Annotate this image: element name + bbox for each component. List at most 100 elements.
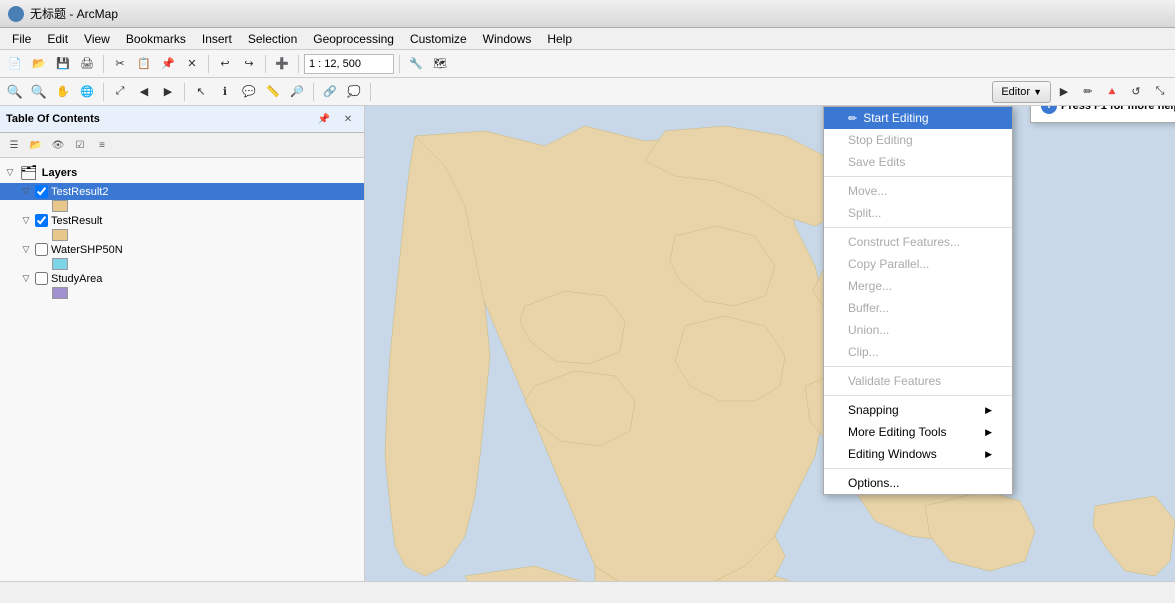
layer-testresult[interactable]: ▽ TestResult — [0, 212, 364, 229]
find-btn[interactable]: 🔎 — [286, 81, 308, 103]
open-btn[interactable]: 📂 — [28, 53, 50, 75]
toc-visibility-view[interactable]: 👁 — [48, 135, 68, 155]
testresult2-swatch — [52, 200, 68, 212]
toc-close-btn[interactable]: ✕ — [338, 109, 358, 129]
menu-construct-features[interactable]: Construct Features... — [824, 231, 1012, 253]
prevextent-btn[interactable]: ◀ — [133, 81, 155, 103]
menu-selection[interactable]: Selection — [240, 30, 305, 48]
testresult-expand: ▽ — [20, 215, 32, 227]
select-btn[interactable]: ↖ — [190, 81, 212, 103]
menu-stop-editing[interactable]: Stop Editing — [824, 129, 1012, 151]
menu-split[interactable]: Split... — [824, 202, 1012, 224]
menu-file[interactable]: File — [4, 30, 39, 48]
menu-customize[interactable]: Customize — [402, 30, 475, 48]
menu-options[interactable]: Options... — [824, 472, 1012, 494]
delete-btn[interactable]: ✕ — [181, 53, 203, 75]
identify-btn[interactable]: 💬 — [238, 81, 260, 103]
menu-move[interactable]: Move... — [824, 180, 1012, 202]
testresult2-expand: ▽ — [20, 186, 32, 198]
fullextent-btn[interactable]: ⤢ — [109, 81, 131, 103]
map-area[interactable]: ✏ Start Editing Stop Editing Save Edits … — [365, 106, 1175, 581]
app-icon — [8, 6, 24, 22]
editor-dropdown-btn[interactable]: Editor ▼ — [992, 81, 1051, 103]
menu-save-edits[interactable]: Save Edits — [824, 151, 1012, 173]
toc-pin-controls: 📌 ✕ — [314, 109, 358, 129]
edit-tool-btn[interactable]: ▶ — [1053, 81, 1075, 103]
paste-btn[interactable]: 📌 — [157, 53, 179, 75]
pan-btn[interactable]: ✋ — [52, 81, 74, 103]
editing-windows-arrow: ▶ — [985, 449, 992, 460]
info-btn[interactable]: ℹ — [214, 81, 236, 103]
toc-source-view[interactable]: 📂 — [26, 135, 46, 155]
menu-insert[interactable]: Insert — [194, 30, 240, 48]
clip-label: Clip... — [848, 345, 879, 359]
menu-start-editing[interactable]: ✏ Start Editing — [824, 107, 1012, 129]
cut-btn[interactable]: ✂ — [109, 53, 131, 75]
watershp50n-checkbox[interactable] — [35, 243, 48, 256]
copy-btn[interactable]: 📋 — [133, 53, 155, 75]
hyperlink-btn[interactable]: 🔗 — [319, 81, 341, 103]
menu-editing-windows[interactable]: Editing Windows ▶ — [824, 443, 1012, 465]
testresult2-name: TestResult2 — [51, 186, 108, 198]
union-label: Union... — [848, 323, 889, 337]
snapping-arrow: ▶ — [985, 405, 992, 416]
studyarea-checkbox[interactable] — [35, 272, 48, 285]
toolbar-standard: 📄 📂 💾 🖨 ✂ 📋 📌 ✕ ↩ ↪ ➕ 1 : 12, 500 🔧 🗺 — [0, 50, 1175, 78]
save-btn[interactable]: 💾 — [52, 53, 74, 75]
rotate-btn[interactable]: ↺ — [1125, 81, 1147, 103]
layers-label: Layers — [42, 167, 77, 179]
toc-list-view[interactable]: ☰ — [4, 135, 24, 155]
testresult-checkbox[interactable] — [35, 214, 48, 227]
scale-tool-btn[interactable]: ⤡ — [1149, 81, 1171, 103]
print-btn[interactable]: 🖨 — [76, 53, 98, 75]
testresult2-checkbox[interactable] — [35, 185, 48, 198]
edit-vertices-btn[interactable]: ✏ — [1077, 81, 1099, 103]
layer-studyarea[interactable]: ▽ StudyArea — [0, 270, 364, 287]
menu-merge[interactable]: Merge... — [824, 275, 1012, 297]
sep-2 — [824, 227, 1012, 228]
merge-label: Merge... — [848, 279, 892, 293]
measure-btn[interactable]: 📏 — [262, 81, 284, 103]
menu-windows[interactable]: Windows — [475, 30, 540, 48]
menu-clip[interactable]: Clip... — [824, 341, 1012, 363]
layers-group[interactable]: ▽ 🗂 Layers — [0, 162, 364, 183]
menu-edit[interactable]: Edit — [39, 30, 76, 48]
globe-btn[interactable]: 🌐 — [76, 81, 98, 103]
title-bar: 无标题 - ArcMap — [0, 0, 1175, 28]
menu-copy-parallel[interactable]: Copy Parallel... — [824, 253, 1012, 275]
menu-validate-features[interactable]: Validate Features — [824, 370, 1012, 392]
zoom-out-btn[interactable]: 🔍 — [28, 81, 50, 103]
redo-btn[interactable]: ↪ — [238, 53, 260, 75]
tools-btn[interactable]: 🔧 — [405, 53, 427, 75]
zoom-in-btn[interactable]: 🔍 — [4, 81, 26, 103]
layer-testresult2[interactable]: ▽ TestResult2 — [0, 183, 364, 200]
editor-tools[interactable]: 🗺 — [429, 53, 451, 75]
menu-bookmarks[interactable]: Bookmarks — [118, 30, 194, 48]
sep6 — [103, 83, 104, 101]
htmlpopup-btn[interactable]: 💭 — [343, 81, 365, 103]
menu-more-editing-tools[interactable]: More Editing Tools ▶ — [824, 421, 1012, 443]
toc-selection-view[interactable]: ☑ — [70, 135, 90, 155]
sep8 — [313, 83, 314, 101]
sep2 — [208, 55, 209, 73]
layer-watershp50n[interactable]: ▽ WaterSHP50N — [0, 241, 364, 258]
menu-help[interactable]: Help — [539, 30, 580, 48]
undo-btn[interactable]: ↩ — [214, 53, 236, 75]
more-tools-arrow: ▶ — [985, 427, 992, 438]
menu-view[interactable]: View — [76, 30, 118, 48]
testresult-swatch — [52, 229, 68, 241]
studyarea-swatch — [52, 287, 68, 299]
new-btn[interactable]: 📄 — [4, 53, 26, 75]
menu-union[interactable]: Union... — [824, 319, 1012, 341]
scale-input[interactable]: 1 : 12, 500 — [304, 54, 394, 74]
toc-title: Table Of Contents — [6, 113, 100, 125]
nextextent-btn[interactable]: ▶ — [157, 81, 179, 103]
toc-options[interactable]: ≡ — [92, 135, 112, 155]
adddata-btn[interactable]: ➕ — [271, 53, 293, 75]
menu-geoprocessing[interactable]: Geoprocessing — [305, 30, 402, 48]
toc-pin-btn[interactable]: 📌 — [314, 109, 334, 129]
menu-buffer[interactable]: Buffer... — [824, 297, 1012, 319]
menu-snapping[interactable]: Snapping ▶ — [824, 399, 1012, 421]
sep-5 — [824, 468, 1012, 469]
reshape-btn[interactable]: 🔺 — [1101, 81, 1123, 103]
